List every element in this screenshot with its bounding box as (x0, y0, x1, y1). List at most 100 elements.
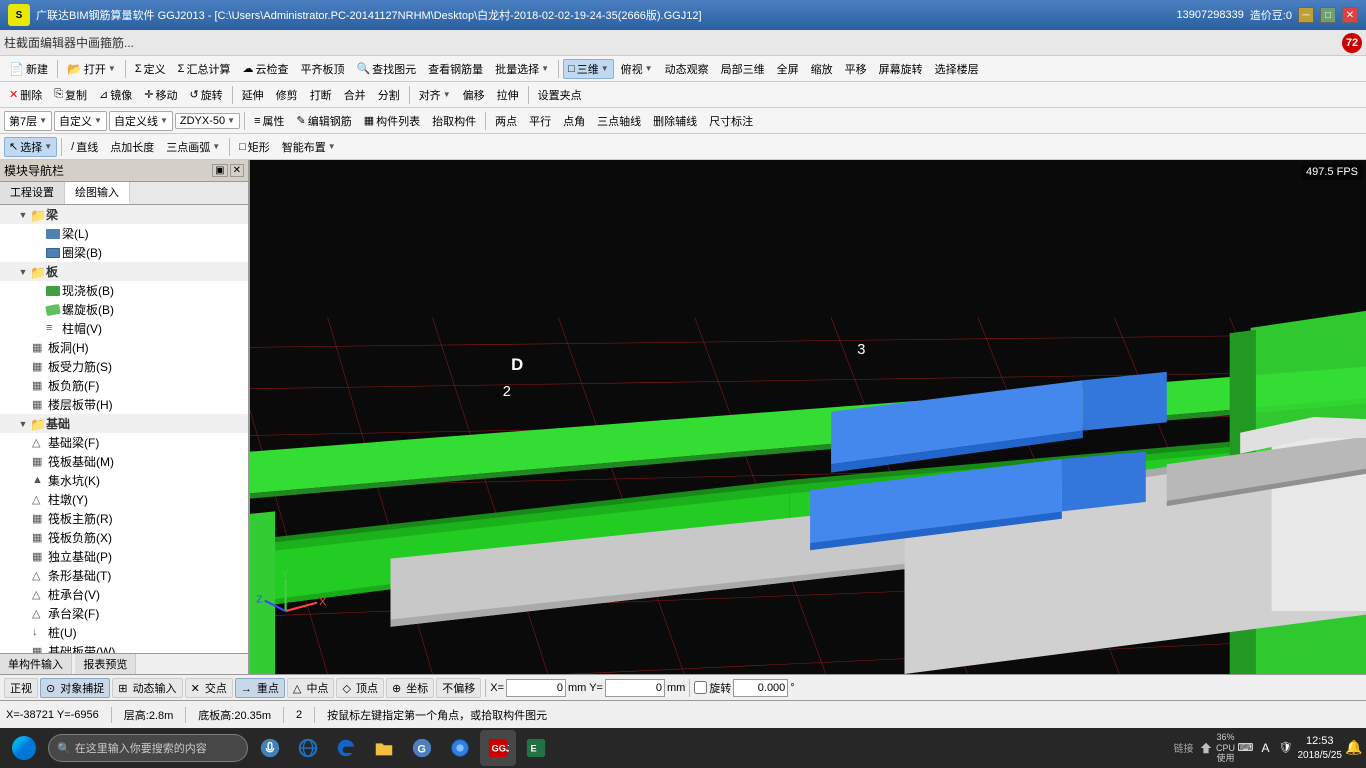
custom-select[interactable]: 自定义 ▼ (54, 111, 107, 131)
mirror-button[interactable]: ⊿ 镜像 (94, 85, 137, 105)
tree-item-slab-hole[interactable]: ▦ 板洞(H) (0, 338, 248, 357)
y-input[interactable] (605, 679, 665, 697)
smart-layout-button[interactable]: 智能布置 ▼ (277, 137, 341, 157)
select-floor-button[interactable]: 选择楼层 (930, 59, 984, 79)
tree-item-found-group[interactable]: ▼ 📁 基础 (0, 414, 248, 433)
intersection-button[interactable]: ✕ 交点 (185, 678, 233, 698)
rotate-input[interactable] (733, 679, 788, 697)
single-component-tab[interactable]: 单构件输入 (0, 654, 72, 674)
align-button[interactable]: 对齐 ▼ (414, 85, 456, 105)
taskbar-app-ie[interactable] (290, 730, 326, 766)
move-view-button[interactable]: 平移 (840, 59, 872, 79)
start-button[interactable] (4, 730, 44, 766)
keyboard-icon[interactable]: ⌨ (1238, 740, 1254, 756)
plan-view-button[interactable]: 俯视 ▼ (616, 59, 658, 79)
taskbar-app-g[interactable]: G (404, 730, 440, 766)
zdyx-select[interactable]: ZDYX-50 ▼ (175, 113, 240, 129)
two-points-button[interactable]: 两点 (490, 111, 522, 131)
properties-button[interactable]: ≡ 属性 (249, 111, 289, 131)
notifications-icon[interactable]: 🔔 (1346, 740, 1362, 756)
layer-select[interactable]: 第7层 ▼ (4, 111, 52, 131)
parallel-button[interactable]: 平行 (524, 111, 556, 131)
line-button[interactable]: / 直线 (66, 137, 103, 157)
tree-item-cap-beam[interactable]: △ 承台梁(F) (0, 604, 248, 623)
point-angle-button[interactable]: 点角 (558, 111, 590, 131)
taskbar-app-cortana[interactable] (252, 730, 288, 766)
dimension-button[interactable]: 尺寸标注 (704, 111, 758, 131)
system-time[interactable]: 12:53 2018/5/25 (1298, 734, 1343, 761)
tree-item-col-pier[interactable]: △ 柱墩(Y) (0, 490, 248, 509)
tab-draw[interactable]: 绘图输入 (65, 182, 130, 204)
full-screen-button[interactable]: 全屏 (772, 59, 804, 79)
dynamic-input-button[interactable]: ⊞ 动态输入 (112, 678, 182, 698)
endpoint-button[interactable]: → 重点 (235, 678, 285, 698)
no-offset-button[interactable]: 不偏移 (436, 678, 481, 698)
tree-item-raft-load[interactable]: ▦ 筏板负筋(X) (0, 528, 248, 547)
new-button[interactable]: 新建 (4, 59, 53, 79)
midpoint-button[interactable]: △ 中点 (287, 678, 335, 698)
object-snap-button[interactable]: ⊙ 对象捕捉 (40, 678, 110, 698)
taskbar-app-excel[interactable]: E (518, 730, 554, 766)
cloud-check-button[interactable]: ☁ 云检查 (237, 59, 293, 79)
taskbar-app-edge[interactable] (328, 730, 364, 766)
three-point-axis-button[interactable]: 三点轴线 (592, 111, 646, 131)
delete-button[interactable]: ✕ 删除 (4, 85, 47, 105)
offset-button[interactable]: 偏移 (458, 85, 490, 105)
copy-button[interactable]: ⎘ 复制 (49, 85, 92, 105)
tree-item-beam-group[interactable]: ▼ 📁 梁 (0, 205, 248, 224)
batch-select-button[interactable]: 批量选择 ▼ (490, 59, 554, 79)
panel-close-button[interactable]: ✕ (230, 164, 244, 177)
custom-line-select[interactable]: 自定义线 ▼ (109, 111, 173, 131)
local-3d-button[interactable]: 局部三维 (716, 59, 770, 79)
tree-item-now-slab[interactable]: 现浇板(B) (0, 281, 248, 300)
network-icon[interactable] (1198, 740, 1214, 756)
move-button[interactable]: ✛ 移动 (139, 85, 182, 105)
tree-item-found-band[interactable]: ▦ 基础板带(W) (0, 642, 248, 653)
tree-item-slab-load[interactable]: ▦ 板负筋(F) (0, 376, 248, 395)
tree-item-spiral-slab[interactable]: 螺旋板(B) (0, 300, 248, 319)
coord-button[interactable]: ⊕ 坐标 (386, 678, 434, 698)
ime-icon[interactable]: A (1258, 740, 1274, 756)
rectangle-button[interactable]: □ 矩形 (234, 137, 275, 157)
taskbar-app-file[interactable] (366, 730, 402, 766)
vertex-button[interactable]: ◇ 顶点 (336, 678, 384, 698)
open-button[interactable]: 打开 ▼ (62, 59, 121, 79)
set-vertex-button[interactable]: 设置夹点 (533, 85, 587, 105)
minimize-button[interactable]: ─ (1298, 7, 1314, 23)
pick-component-button[interactable]: 抬取构件 (427, 111, 481, 131)
tree-item-strip-found[interactable]: △ 条形基础(T) (0, 566, 248, 585)
rotate-button[interactable]: ↺ 旋转 (184, 85, 227, 105)
dynamic-view-button[interactable]: 动态观察 (660, 59, 714, 79)
select-button[interactable]: ↖ 选择 ▼ (4, 137, 57, 157)
merge-button[interactable]: 合并 (339, 85, 371, 105)
drag-button[interactable]: 拉伸 (492, 85, 524, 105)
tree-item-raft-main[interactable]: ▦ 筏板主筋(R) (0, 509, 248, 528)
trim-button[interactable]: 修剪 (271, 85, 303, 105)
flatten-button[interactable]: 平齐板顶 (295, 59, 349, 79)
taskbar-app-globe[interactable] (442, 730, 478, 766)
antivirus-icon[interactable]: 🛡 (1278, 740, 1294, 756)
tree-item-independent-found[interactable]: ▦ 独立基础(P) (0, 547, 248, 566)
tab-settings[interactable]: 工程设置 (0, 182, 65, 204)
tree-item-raft[interactable]: ▦ 筏板基础(M) (0, 452, 248, 471)
tree-item-pedestal[interactable]: △ 桩承台(V) (0, 585, 248, 604)
tree-item-circle-beam[interactable]: 圈梁(B) (0, 243, 248, 262)
maximize-button[interactable]: □ (1320, 7, 1336, 23)
view-count-button[interactable]: 查看钢筋量 (423, 59, 488, 79)
define-button[interactable]: Σ 定义 (130, 59, 171, 79)
zoom-button[interactable]: 缩放 (806, 59, 838, 79)
x-input[interactable] (506, 679, 566, 697)
tree-item-slab-prestress[interactable]: ▦ 板受力筋(S) (0, 357, 248, 376)
extend-button[interactable]: 延伸 (237, 85, 269, 105)
edit-rebar-button[interactable]: ✎ 编辑钢筋 (291, 111, 356, 131)
taskbar-app-ggj[interactable]: GGJ (480, 730, 516, 766)
3d-button[interactable]: □ 三维 ▼ (563, 59, 614, 79)
tree-item-found-beam[interactable]: △ 基础梁(F) (0, 433, 248, 452)
break-button[interactable]: 打断 (305, 85, 337, 105)
find-elem-button[interactable]: 🔍 查找图元 (351, 59, 421, 79)
tree-item-beam-l[interactable]: 梁(L) (0, 224, 248, 243)
tree-item-pile[interactable]: ↓ 桩(U) (0, 623, 248, 642)
point-length-button[interactable]: 点加长度 (105, 137, 159, 157)
zhengshi-button[interactable]: 正视 (4, 678, 38, 698)
divide-button[interactable]: 分割 (373, 85, 405, 105)
